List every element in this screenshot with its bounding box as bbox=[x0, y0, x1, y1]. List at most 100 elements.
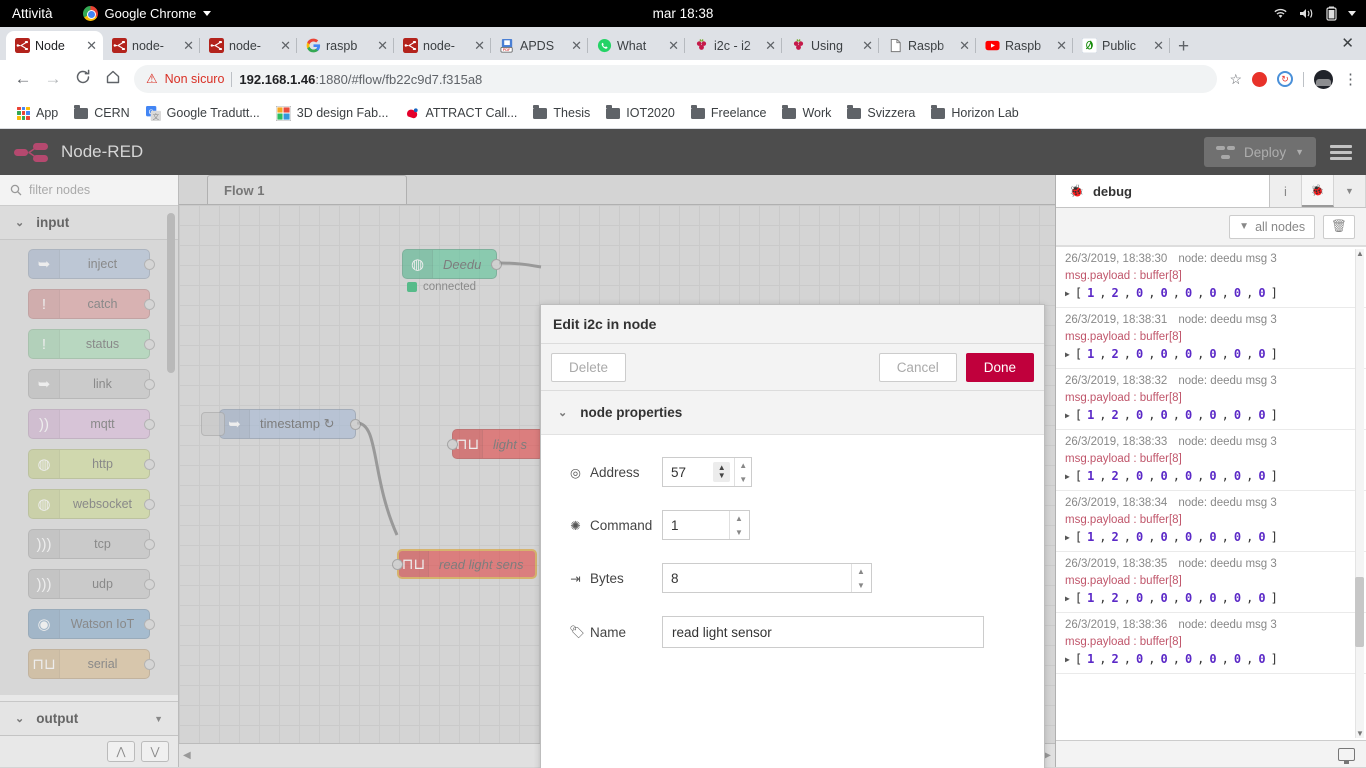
window-close-button[interactable]: ✕ bbox=[1341, 34, 1354, 52]
debug-message-list[interactable]: 26/3/2019, 18:38:30 node: deedu msg 3 msg.… bbox=[1056, 246, 1366, 740]
palette-node-http[interactable]: ◍ http bbox=[28, 449, 155, 479]
bytes-input[interactable] bbox=[663, 564, 851, 592]
palette-node-status[interactable]: ! status bbox=[28, 329, 155, 359]
palette-node-tcp[interactable]: ))) tcp bbox=[28, 529, 155, 559]
name-input[interactable]: read light sensor bbox=[662, 616, 984, 648]
bookmark-item[interactable]: CERN bbox=[66, 104, 137, 120]
browser-tab[interactable]: node- ✕ bbox=[103, 31, 200, 60]
tab-close-icon[interactable]: ✕ bbox=[765, 39, 776, 52]
address-stepper[interactable]: ▲ ▼ bbox=[734, 458, 751, 486]
node-input-port[interactable] bbox=[392, 559, 403, 570]
palette-node-mqtt[interactable]: )) mqtt bbox=[28, 409, 155, 439]
palette-scrollbar[interactable] bbox=[167, 213, 175, 373]
debug-message[interactable]: 26/3/2019, 18:38:33 node: deedu msg 3 msg.… bbox=[1056, 430, 1366, 491]
delete-button[interactable]: Delete bbox=[551, 352, 627, 382]
chrome-menu-icon[interactable]: ⋮ bbox=[1343, 72, 1358, 87]
bug-icon[interactable]: 🐞 bbox=[1302, 175, 1334, 207]
activities-button[interactable]: Attività bbox=[12, 6, 53, 21]
node-output-port[interactable] bbox=[491, 259, 502, 270]
address-input[interactable] bbox=[663, 458, 709, 486]
bookmark-item[interactable]: Work bbox=[774, 104, 839, 120]
home-button[interactable] bbox=[98, 69, 128, 90]
filter-nodes-input[interactable]: filter nodes bbox=[0, 175, 178, 206]
tab-close-icon[interactable]: ✕ bbox=[280, 39, 291, 52]
tab-close-icon[interactable]: ✕ bbox=[959, 39, 970, 52]
debug-message[interactable]: 26/3/2019, 18:38:32 node: deedu msg 3 msg.… bbox=[1056, 369, 1366, 430]
stepper-down-icon[interactable]: ▼ bbox=[739, 475, 747, 483]
browser-tab[interactable]: i2c - i2 ✕ bbox=[685, 31, 782, 60]
palette-node-serial[interactable]: ⊓⊔ serial bbox=[28, 649, 155, 679]
address-spinner[interactable]: ▲▼ ▲▼ bbox=[662, 457, 752, 487]
main-menu-icon[interactable] bbox=[1330, 144, 1352, 160]
reload-button[interactable] bbox=[68, 69, 98, 90]
tab-close-icon[interactable]: ✕ bbox=[474, 39, 485, 52]
browser-tab[interactable]: Raspb ✕ bbox=[879, 31, 976, 60]
browser-tab[interactable]: raspb ✕ bbox=[297, 31, 394, 60]
extension-sync-icon[interactable]: ↻ bbox=[1277, 71, 1293, 87]
bookmark-item[interactable]: App bbox=[9, 106, 66, 120]
info-icon[interactable]: i bbox=[1270, 175, 1302, 207]
tab-close-icon[interactable]: ✕ bbox=[377, 39, 388, 52]
browser-tab[interactable]: Node ✕ bbox=[6, 31, 103, 60]
deploy-caret-icon[interactable]: ▼ bbox=[1295, 147, 1304, 157]
stepper-up-icon[interactable]: ▲ bbox=[739, 461, 747, 469]
flow-node-timestamp[interactable]: ➥ timestamp ↻ bbox=[219, 409, 361, 439]
bookmark-item[interactable]: Freelance bbox=[683, 104, 775, 120]
tab-close-icon[interactable]: ✕ bbox=[571, 39, 582, 52]
debug-message[interactable]: 26/3/2019, 18:38:36 node: deedu msg 3 msg.… bbox=[1056, 613, 1366, 674]
bytes-spinner[interactable]: ▲▼ bbox=[662, 563, 872, 593]
stepper-down-icon[interactable]: ▼ bbox=[735, 528, 743, 536]
tab-close-icon[interactable]: ✕ bbox=[1056, 39, 1067, 52]
node-output-port[interactable] bbox=[350, 419, 361, 430]
cancel-button[interactable]: Cancel bbox=[878, 352, 957, 382]
bookmark-item[interactable]: Horizon Lab bbox=[923, 104, 1026, 120]
flow-node-deedu[interactable]: ◍ Deedu bbox=[402, 249, 502, 279]
scroll-up-arrow-icon[interactable]: ▲ bbox=[1356, 249, 1364, 258]
filter-all-nodes-button[interactable]: ▼ all nodes bbox=[1229, 214, 1316, 239]
tab-close-icon[interactable]: ✕ bbox=[862, 39, 873, 52]
bookmark-item[interactable]: Svizzera bbox=[839, 104, 923, 120]
debug-scroll-thumb[interactable] bbox=[1355, 577, 1364, 647]
stepper-up-icon[interactable]: ▲ bbox=[735, 514, 743, 522]
expand-triangle-icon[interactable]: ▶ bbox=[1065, 655, 1070, 664]
address-bar[interactable]: ⚠ Non sicuro 192.168.1.46:1880/#flow/fb2… bbox=[134, 65, 1218, 93]
command-input[interactable] bbox=[663, 511, 729, 539]
expand-triangle-icon[interactable]: ▶ bbox=[1065, 350, 1070, 359]
expand-all-icon[interactable]: ⋁ bbox=[141, 741, 169, 762]
node-input-port[interactable] bbox=[447, 439, 458, 450]
palette-node-udp[interactable]: ))) udp bbox=[28, 569, 155, 599]
scroll-down-arrow-icon[interactable]: ▼ bbox=[154, 714, 163, 724]
palette-node-watson-iot[interactable]: ◉ Watson IoT bbox=[28, 609, 155, 639]
browser-tab[interactable]: Raspb ✕ bbox=[976, 31, 1073, 60]
browser-tab[interactable]: What ✕ bbox=[588, 31, 685, 60]
extension-red-icon[interactable] bbox=[1252, 71, 1267, 87]
scroll-left-arrow-icon[interactable]: ◀ bbox=[183, 750, 191, 761]
address-inner-arrows-icon[interactable]: ▲ ▼ bbox=[713, 462, 731, 482]
bookmark-item[interactable]: 3D design Fab... bbox=[268, 105, 397, 121]
debug-message[interactable]: 26/3/2019, 18:38:31 node: deedu msg 3 msg.… bbox=[1056, 308, 1366, 369]
command-spinner[interactable]: ▲▼ bbox=[662, 510, 750, 540]
profile-avatar[interactable] bbox=[1314, 69, 1333, 89]
clear-debug-button[interactable]: 🗑 bbox=[1323, 214, 1355, 239]
expand-triangle-icon[interactable]: ▶ bbox=[1065, 594, 1070, 603]
bookmark-item[interactable]: ATTRACT Call... bbox=[397, 106, 526, 121]
browser-tab[interactable]: node- ✕ bbox=[394, 31, 491, 60]
forward-button[interactable]: → bbox=[38, 69, 68, 89]
debug-message[interactable]: 26/3/2019, 18:38:35 node: deedu msg 3 msg.… bbox=[1056, 552, 1366, 613]
debug-message[interactable]: 26/3/2019, 18:38:30 node: deedu msg 3 msg.… bbox=[1056, 247, 1366, 308]
monitor-icon[interactable] bbox=[1338, 747, 1355, 764]
tab-close-icon[interactable]: ✕ bbox=[86, 39, 97, 52]
expand-triangle-icon[interactable]: ▶ bbox=[1065, 289, 1070, 298]
tab-close-icon[interactable]: ✕ bbox=[1153, 39, 1164, 52]
bookmark-item[interactable]: G文 Google Tradutt... bbox=[138, 105, 268, 121]
palette-node-websocket[interactable]: ◍ websocket bbox=[28, 489, 155, 519]
tab-close-icon[interactable]: ✕ bbox=[668, 39, 679, 52]
flow-tab-flow1[interactable]: Flow 1 bbox=[207, 175, 407, 204]
bookmark-star-icon[interactable]: ☆ bbox=[1229, 71, 1242, 88]
browser-tab[interactable]: Using ✕ bbox=[782, 31, 879, 60]
deploy-button[interactable]: Deploy ▼ bbox=[1204, 137, 1316, 167]
expand-triangle-icon[interactable]: ▶ bbox=[1065, 411, 1070, 420]
browser-tab[interactable]: PDF APDS ✕ bbox=[491, 31, 588, 60]
stepper-up-icon[interactable]: ▲ bbox=[857, 567, 865, 575]
bookmark-item[interactable]: IOT2020 bbox=[598, 104, 683, 120]
